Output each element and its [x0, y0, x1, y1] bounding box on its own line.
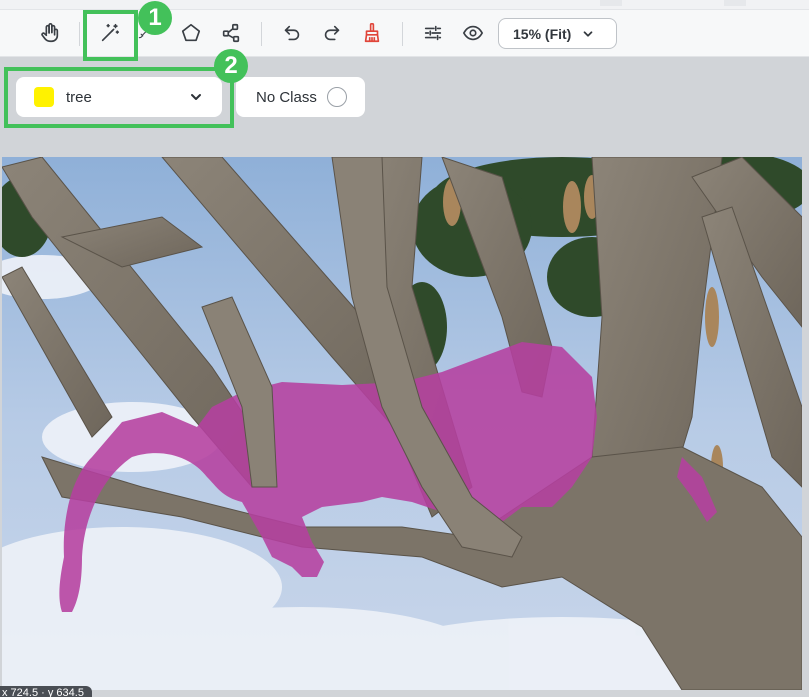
sliders-icon — [424, 25, 442, 41]
pan-tool[interactable] — [32, 17, 68, 49]
coordinate-readout: x 724.5 · y 634.5 — [0, 686, 92, 697]
step-badge-2: 2 — [214, 49, 248, 83]
magic-wand-tool[interactable] — [92, 17, 128, 49]
top-strip-mark — [600, 0, 622, 6]
annotated-image — [2, 157, 802, 690]
top-strip — [0, 0, 809, 10]
nodes-icon — [222, 23, 240, 43]
image-canvas[interactable] — [2, 157, 802, 690]
annotation-toolbar: 15% (Fit) — [0, 10, 809, 57]
visibility-tool[interactable] — [455, 17, 491, 49]
undo-icon — [284, 25, 300, 41]
step-badge-1: 1 — [138, 1, 172, 35]
redo-icon — [324, 25, 340, 41]
broom-icon — [364, 23, 380, 43]
redo-tool[interactable] — [314, 17, 350, 49]
polygon-tool[interactable] — [173, 17, 209, 49]
zoom-dropdown[interactable]: 15% (Fit) — [498, 18, 617, 49]
toolbar-separator — [261, 22, 262, 46]
settings-tool[interactable] — [415, 17, 451, 49]
no-class-button[interactable]: No Class — [236, 77, 365, 117]
toolbar-separator — [79, 22, 80, 46]
no-class-label: No Class — [256, 88, 317, 106]
undo-tool[interactable] — [274, 17, 310, 49]
top-strip-mark — [724, 0, 746, 6]
polygon-icon — [181, 23, 201, 42]
class-selector-label: tree — [66, 88, 92, 106]
zoom-label: 15% (Fit) — [513, 25, 572, 42]
class-color-swatch — [34, 87, 54, 107]
hand-icon — [41, 23, 59, 43]
eye-icon — [462, 25, 484, 41]
no-class-radio-icon — [326, 87, 347, 107]
chevron-down-icon — [191, 94, 201, 100]
magic-wand-icon — [101, 23, 120, 42]
chevron-down-icon — [583, 30, 593, 37]
keypoint-tool[interactable] — [213, 17, 249, 49]
clear-tool[interactable] — [354, 17, 390, 49]
toolbar-separator — [402, 22, 403, 46]
class-selector[interactable]: tree — [16, 77, 222, 117]
